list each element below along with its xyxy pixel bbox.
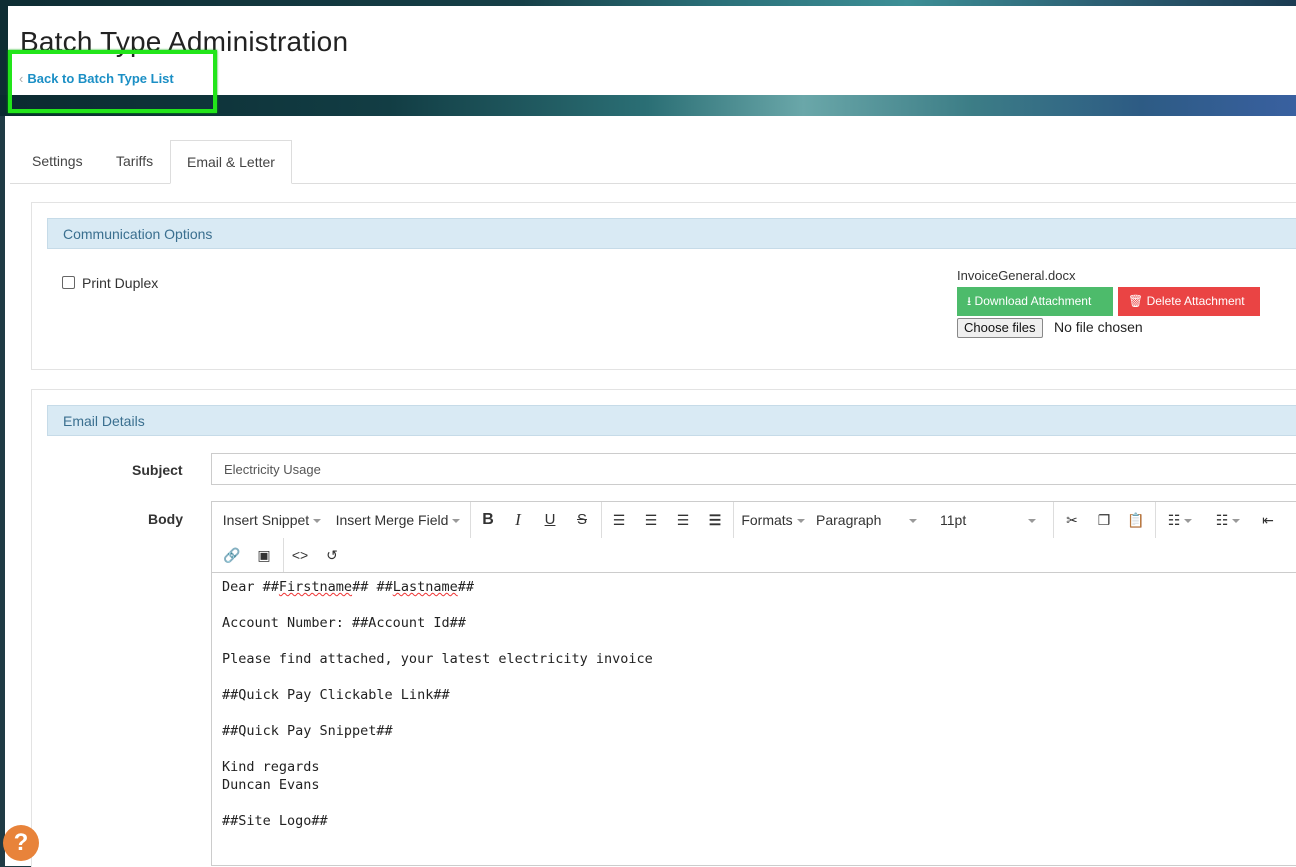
download-attachment-label: Download Attachment [974, 294, 1092, 308]
editor-toolbar: Insert Snippet Insert Merge Field B I U … [212, 502, 1296, 538]
align-left-icon[interactable]: ☰ [607, 502, 631, 538]
outdent-icon[interactable]: ⇤ [1256, 502, 1280, 538]
history-icon[interactable]: ↺ [320, 538, 344, 572]
source-code-icon[interactable]: <> [288, 538, 312, 572]
body-editor: Insert Snippet Insert Merge Field B I U … [211, 501, 1296, 866]
paragraph-dropdown[interactable]: Paragraph [816, 502, 924, 538]
delete-attachment-label: Delete Attachment [1146, 294, 1245, 308]
print-duplex-label: Print Duplex [82, 275, 159, 291]
body-line-logo: ##Site Logo## [222, 813, 328, 829]
tab-tariffs[interactable]: Tariffs [100, 140, 169, 182]
download-icon: ⭳ [967, 294, 972, 308]
help-icon[interactable]: ? [3, 825, 39, 861]
editor-toolbar-row2: 🔗 ▣ <> ↺ [212, 538, 1296, 573]
paste-icon[interactable]: 📋 [1124, 502, 1148, 538]
highlight-box [8, 50, 217, 113]
numbered-list-icon[interactable]: ☷ [1208, 502, 1248, 538]
choose-files-button[interactable]: Choose files [957, 318, 1043, 338]
no-file-chosen-text: No file chosen [1054, 319, 1143, 335]
body-line-account: Account Number: ##Account Id## [222, 615, 466, 631]
body-line-regards: Kind regards [222, 759, 320, 775]
delete-attachment-button[interactable]: 🗑 Delete Attachment [1118, 287, 1260, 316]
print-duplex-checkbox[interactable] [62, 276, 75, 289]
body-line-attached: Please find attached, your latest electr… [222, 651, 653, 667]
tab-bar: Settings Tariffs Email & Letter [10, 140, 1296, 184]
strikethrough-icon[interactable]: S [570, 502, 594, 538]
body-line-greeting: Dear ##Firstname## ##Lastname## [222, 579, 474, 595]
align-justify-icon[interactable]: ☰ [703, 502, 727, 538]
communication-options-panel: Communication Options [31, 202, 1296, 370]
bullet-list-icon[interactable]: ☷ [1160, 502, 1200, 538]
trash-icon: 🗑 [1128, 294, 1144, 308]
subject-label: Subject [132, 462, 183, 478]
tab-settings[interactable]: Settings [16, 140, 99, 182]
insert-merge-field-dropdown[interactable]: Insert Merge Field [332, 502, 464, 538]
italic-icon[interactable]: I [506, 502, 530, 538]
tab-email-letter[interactable]: Email & Letter [170, 140, 292, 184]
insert-snippet-dropdown[interactable]: Insert Snippet [216, 502, 328, 538]
editor-content[interactable]: Dear ##Firstname## ##Lastname## Account … [222, 578, 653, 830]
communication-options-heading: Communication Options [47, 218, 1296, 249]
font-size-dropdown[interactable]: 11pt [940, 502, 1046, 538]
underline-icon[interactable]: U [538, 502, 562, 538]
bold-icon[interactable]: B [476, 502, 500, 538]
body-line-quickpay-link: ##Quick Pay Clickable Link## [222, 687, 450, 703]
body-line-quickpay-snippet: ##Quick Pay Snippet## [222, 723, 393, 739]
image-icon[interactable]: ▣ [252, 538, 276, 572]
align-right-icon[interactable]: ☰ [671, 502, 695, 538]
attachment-filename: InvoiceGeneral.docx [957, 268, 1076, 283]
cut-icon[interactable]: ✂ [1060, 502, 1084, 538]
subject-input[interactable]: Electricity Usage [211, 453, 1296, 485]
body-line-signature: Duncan Evans [222, 777, 320, 793]
copy-icon[interactable]: ❐ [1092, 502, 1116, 538]
email-details-heading: Email Details [47, 405, 1296, 436]
download-attachment-button[interactable]: ⭳ Download Attachment [957, 287, 1113, 316]
link-icon[interactable]: 🔗 [220, 538, 244, 572]
formats-dropdown[interactable]: Formats [738, 502, 808, 538]
body-label: Body [148, 511, 183, 527]
align-center-icon[interactable]: ☰ [639, 502, 663, 538]
